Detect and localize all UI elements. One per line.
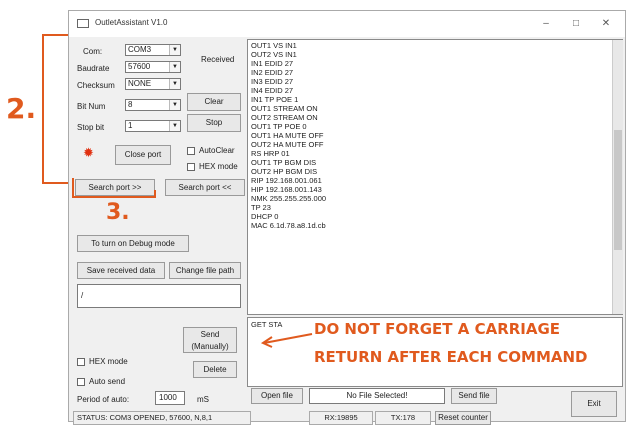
app-icon <box>77 19 89 28</box>
hex-mode-send-checkbox[interactable] <box>77 358 85 366</box>
change-path-button[interactable]: Change file path <box>169 262 241 279</box>
received-lines: OUT1 VS IN1 OUT2 VS IN1 IN1 EDID 27 IN2 EDI… <box>251 41 611 230</box>
baudrate-value: 57600 <box>128 62 151 71</box>
period-input[interactable]: 1000 <box>155 391 185 405</box>
hex-mode-receive-checkbox[interactable] <box>187 163 195 171</box>
scroll-thumb[interactable] <box>614 130 622 250</box>
chevron-down-icon: ▼ <box>169 45 180 55</box>
baudrate-label: Baudrate <box>77 64 110 73</box>
period-unit: mS <box>197 395 209 404</box>
received-line: RS HRP 01 <box>251 149 290 158</box>
received-line: IN1 EDID 27 <box>251 59 294 68</box>
search-port-underline-right <box>154 190 156 198</box>
note-line-1: DO NOT FORGET A CARRIAGE <box>314 320 561 338</box>
stopbit-value: 1 <box>128 121 133 130</box>
search-port-underline <box>72 196 156 198</box>
search-port-forward-button[interactable]: Search port >> <box>75 179 155 196</box>
checksum-value: NONE <box>128 79 152 88</box>
chevron-down-icon: ▼ <box>169 79 180 89</box>
tx-counter: TX:178 <box>375 411 431 425</box>
chevron-down-icon: ▼ <box>169 62 180 72</box>
received-line: OUT1 STREAM ON <box>251 104 318 113</box>
open-file-button[interactable]: Open file <box>251 388 303 404</box>
chevron-down-icon: ▼ <box>169 100 180 110</box>
com-select[interactable]: COM3 ▼ <box>125 44 181 56</box>
com-label: Com: <box>83 47 103 56</box>
auto-send-checkbox[interactable] <box>77 378 85 386</box>
received-line: IN3 EDID 27 <box>251 77 294 86</box>
autoclear-label: AutoClear <box>199 146 235 155</box>
checksum-label: Checksum <box>77 81 115 90</box>
debug-mode-button[interactable]: To turn on Debug mode <box>77 235 189 252</box>
close-button[interactable]: ✕ <box>591 15 621 33</box>
hex-mode-receive-label: HEX mode <box>199 162 238 171</box>
file-path-field[interactable]: / <box>77 284 241 308</box>
chevron-down-icon: ▼ <box>169 121 180 131</box>
stop-button[interactable]: Stop <box>187 114 241 132</box>
save-received-button[interactable]: Save received data <box>77 262 165 279</box>
baudrate-select[interactable]: 57600 ▼ <box>125 61 181 73</box>
step-3-annotation: 3. <box>106 200 130 225</box>
received-line: OUT2 STREAM ON <box>251 113 318 122</box>
received-line: RIP 192.168.001.061 <box>251 176 322 185</box>
stopbit-label: Stop bit <box>77 123 105 132</box>
period-label: Period of auto: <box>77 395 130 404</box>
received-line: HIP 192.168.001.143 <box>251 185 322 194</box>
delete-button[interactable]: Delete <box>193 361 237 378</box>
checksum-select[interactable]: NONE ▼ <box>125 78 181 90</box>
send-file-button[interactable]: Send file <box>451 388 497 404</box>
received-line: IN2 EDID 27 <box>251 68 294 77</box>
port-status-icon: ✹ <box>83 145 94 160</box>
received-line: OUT1 VS IN1 <box>251 41 297 50</box>
com-value: COM3 <box>128 45 152 54</box>
received-textarea[interactable]: OUT1 VS IN1 OUT2 VS IN1 IN1 EDID 27 IN2 EDI… <box>247 39 623 315</box>
title-bar: OutletAssistant V1.0 – □ ✕ <box>69 11 625 37</box>
received-line: OUT1 TP POE 0 <box>251 122 307 131</box>
send-manually-label: Send (Manually) <box>191 330 229 351</box>
arrow-left-icon <box>260 333 313 348</box>
received-line: OUT1 TP BGM DIS <box>251 158 317 167</box>
minimize-button[interactable]: – <box>531 15 561 33</box>
rx-counter: RX:19895 <box>309 411 373 425</box>
search-port-underline-left <box>72 178 74 198</box>
maximize-button[interactable]: □ <box>561 15 591 33</box>
received-line: IN1 TP POE 1 <box>251 95 299 104</box>
step-2-annotation: 2. <box>6 92 37 125</box>
close-port-button[interactable]: Close port <box>115 145 171 165</box>
received-line: DHCP 0 <box>251 212 279 221</box>
clear-button[interactable]: Clear <box>187 93 241 111</box>
window-title: OutletAssistant V1.0 <box>95 18 168 27</box>
bitnum-value: 8 <box>128 100 133 109</box>
stopbit-select[interactable]: 1 ▼ <box>125 120 181 132</box>
bitnum-select[interactable]: 8 ▼ <box>125 99 181 111</box>
received-line: OUT2 VS IN1 <box>251 50 297 59</box>
search-port-back-button[interactable]: Search port << <box>165 179 245 196</box>
received-label: Received <box>201 55 235 64</box>
file-status-field: No File Selected! <box>309 388 445 404</box>
exit-button[interactable]: Exit <box>571 391 617 417</box>
hex-mode-send-label: HEX mode <box>89 357 128 366</box>
autoclear-checkbox[interactable] <box>187 147 195 155</box>
note-line-2: RETURN AFTER EACH COMMAND <box>314 348 588 366</box>
received-line: OUT1 HA MUTE OFF <box>251 131 324 140</box>
received-line: OUT2 HP BGM DIS <box>251 167 318 176</box>
received-line: IN4 EDID 27 <box>251 86 294 95</box>
send-manually-button[interactable]: Send (Manually) <box>183 327 237 353</box>
bitnum-label: Bit Num <box>77 102 106 111</box>
reset-counter-button[interactable]: Reset counter <box>435 411 491 425</box>
received-scrollbar[interactable] <box>612 40 623 314</box>
received-line: NMK 255.255.255.000 <box>251 194 327 203</box>
received-line: OUT2 HA MUTE OFF <box>251 140 324 149</box>
status-text: STATUS: COM3 OPENED, 57600, N,8,1 <box>73 411 251 425</box>
received-line: MAC 6.1d.78.a8.1d.cb <box>251 221 326 230</box>
received-line: TP 23 <box>251 203 271 212</box>
auto-send-label: Auto send <box>89 377 126 386</box>
